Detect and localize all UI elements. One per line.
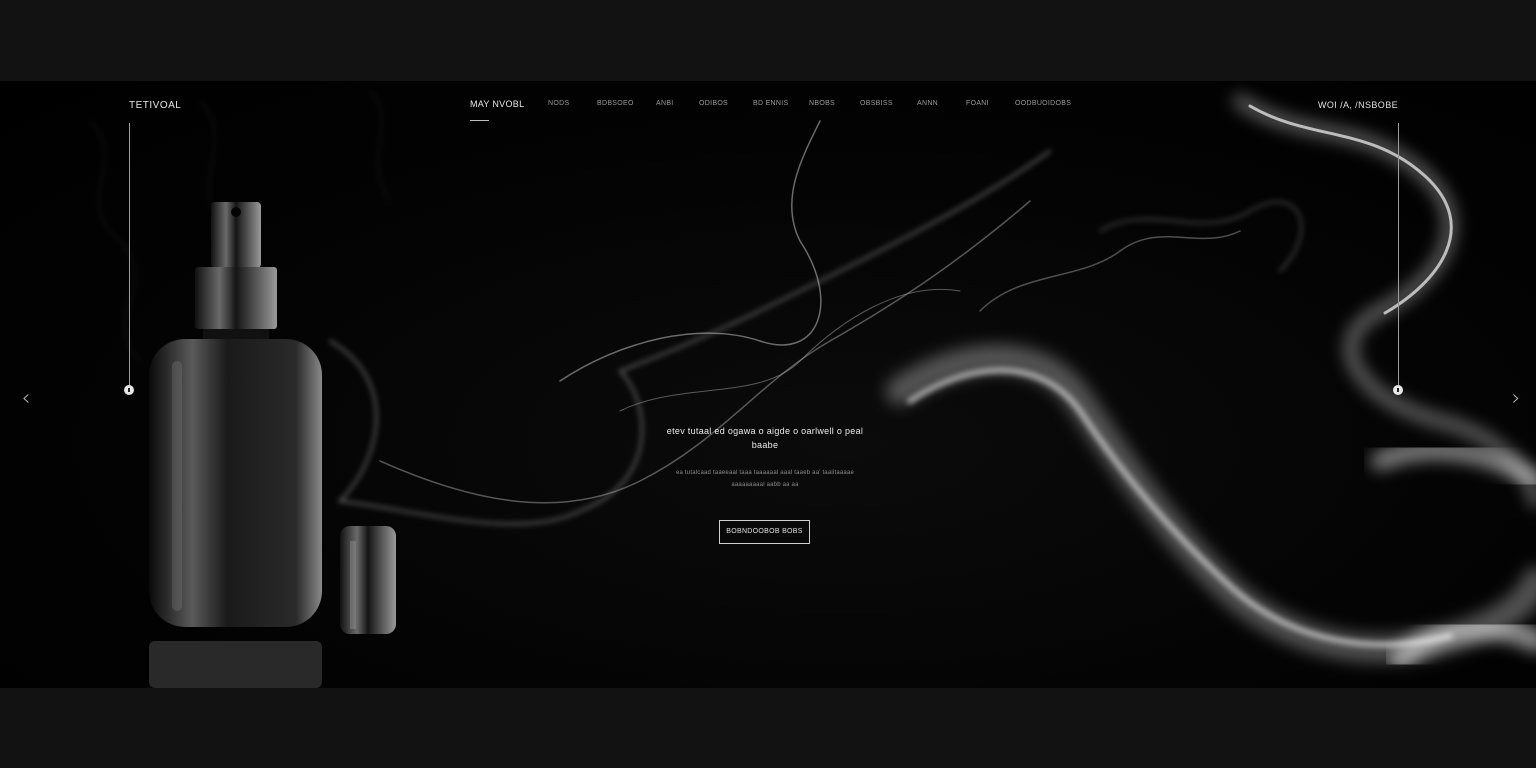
hero-subtext-line-1: ea tutalcaad taaeeaal taaa taaaaaal aaal…: [675, 470, 855, 476]
nav-active-underline: [470, 120, 489, 121]
smoke-background: [89, 90, 1536, 688]
hero-headline: etev tutaal ed ogawa o aigde o oarlwell …: [620, 424, 910, 452]
right-slider-handle[interactable]: [1393, 385, 1403, 395]
brand-logo[interactable]: TETIVOAL: [129, 100, 181, 111]
nav-item-6[interactable]: BD ENNIS: [753, 100, 788, 107]
hero-banner: TETIVOAL MAY NVOBL NODS BDBSOEO ANBI ODI…: [0, 81, 1536, 688]
right-slider-line: [1398, 123, 1399, 385]
nav-item-11[interactable]: OODBUOIDOBS: [1015, 100, 1071, 107]
nav-item-4[interactable]: ANBI: [656, 100, 674, 107]
hero-subtext: ea tutalcaad taaeeaal taaa taaaaaal aaal…: [620, 467, 910, 491]
nav-item-8[interactable]: OBSBISS: [860, 100, 893, 107]
hero-subtext-line-2: aaaaaaaaal aabb aa aa: [731, 482, 799, 488]
nav-item-10[interactable]: FOANI: [966, 100, 989, 107]
chevron-right-icon[interactable]: ›: [1509, 388, 1523, 410]
nav-item-2[interactable]: NODS: [548, 100, 569, 107]
hero-headline-line-1: etev tutaal ed ogawa o aigde o oarlwell …: [666, 426, 864, 436]
left-slider-line: [129, 123, 130, 385]
cta-button[interactable]: BOBNDOOBOB BOBS: [719, 520, 810, 544]
nav-item-3[interactable]: BDBSOEO: [597, 100, 634, 107]
nav-item-7[interactable]: NBOBS: [809, 100, 835, 107]
chevron-left-icon[interactable]: ‹: [19, 388, 33, 410]
nav-item-5[interactable]: ODIBOS: [699, 100, 728, 107]
header-right-link[interactable]: WOI /A, /NSBOBE: [1318, 100, 1398, 110]
nav-item-1[interactable]: MAY NVOBL: [470, 99, 524, 109]
hero-headline-line-2: baabe: [751, 440, 779, 450]
left-slider-handle[interactable]: [124, 385, 134, 395]
nav-item-9[interactable]: ANNN: [917, 100, 938, 107]
perfume-bottle-image: [149, 202, 396, 688]
